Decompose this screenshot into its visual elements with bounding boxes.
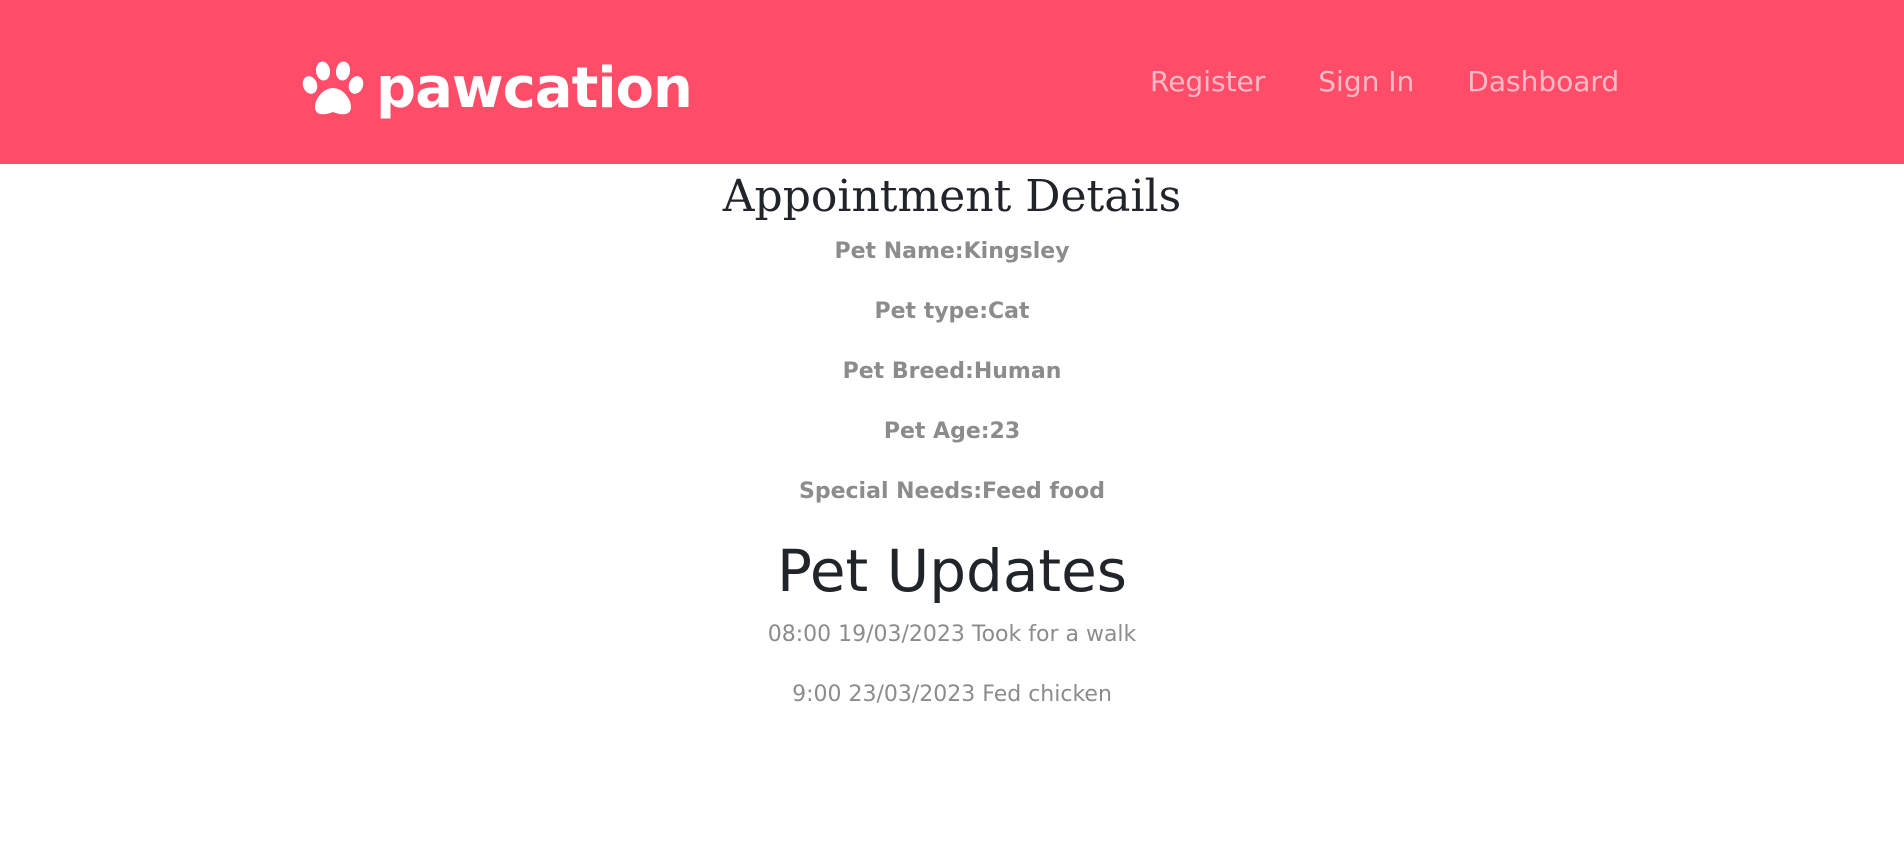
- pet-type-detail: Pet type:Cat: [874, 299, 1030, 324]
- pet-updates-title: Pet Updates: [776, 537, 1128, 605]
- brand-link[interactable]: pawcation: [302, 54, 693, 124]
- paw-icon: [302, 61, 364, 117]
- pet-breed-detail: Pet Breed:Human: [842, 359, 1062, 384]
- navbar: pawcation Register Sign In Dashboard: [0, 0, 1904, 164]
- nav-signin-link[interactable]: Sign In: [1318, 62, 1414, 102]
- pet-update-item: 9:00 23/03/2023 Fed chicken: [792, 682, 1112, 707]
- nav-register-link[interactable]: Register: [1150, 62, 1265, 102]
- brand-name: pawcation: [376, 56, 693, 121]
- pet-age-detail: Pet Age:23: [883, 419, 1021, 444]
- nav-dashboard-link[interactable]: Dashboard: [1467, 62, 1619, 102]
- special-needs-detail: Special Needs:Feed food: [799, 479, 1105, 504]
- pet-name-detail: Pet Name:Kingsley: [834, 239, 1070, 264]
- appointment-details-title: Appointment Details: [722, 171, 1182, 222]
- pet-update-item: 08:00 19/03/2023 Took for a walk: [767, 622, 1137, 647]
- nav-links: Register Sign In Dashboard: [1150, 62, 1672, 102]
